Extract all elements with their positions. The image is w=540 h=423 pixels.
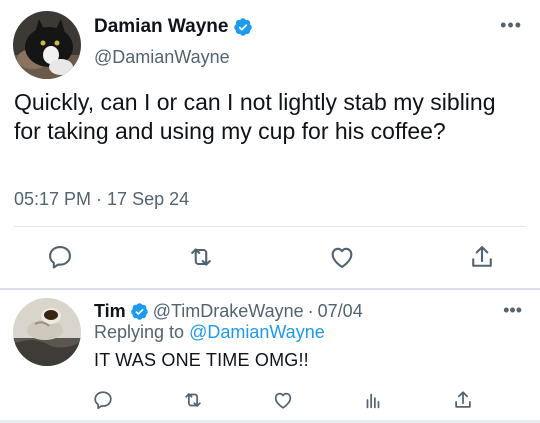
analytics-bars-icon (366, 393, 380, 409)
heart-icon (274, 392, 292, 409)
tweet-timestamp[interactable]: 05:17 PM · 17 Sep 24 (14, 189, 189, 210)
reply-button[interactable] (46, 243, 74, 271)
reply-retweet-button[interactable] (182, 389, 204, 411)
more-options-button[interactable]: ••• (500, 16, 522, 34)
tweet-text: Quickly, can I or can I not lightly stab… (14, 89, 496, 144)
share-icon (472, 246, 492, 267)
reply-actions (0, 389, 540, 413)
divider (14, 226, 526, 227)
reply-analytics-button[interactable] (362, 389, 384, 411)
retweet-icon (191, 248, 211, 266)
separator-dot: · (307, 301, 314, 321)
reply-bubble-icon (49, 246, 71, 269)
reply-text: IT WAS ONE TIME OMG!! (94, 350, 309, 370)
reply-more-options-button[interactable]: ••• (503, 301, 522, 319)
author-handle[interactable]: @DamianWayne (94, 47, 230, 68)
reply-avatar[interactable] (13, 298, 81, 366)
cat-avatar-icon (13, 11, 81, 79)
verified-badge-icon (130, 303, 148, 320)
section-divider (0, 288, 540, 290)
author-display-name[interactable]: Damian Wayne (94, 16, 228, 38)
replying-to-label: Replying to (94, 322, 190, 342)
replying-to-mention[interactable]: @DamianWayne (189, 322, 325, 342)
main-tweet: Damian Wayne @DamianWayne ••• Quickly, c… (0, 0, 540, 288)
avatar[interactable] (13, 11, 81, 79)
reply-bubble-icon (94, 391, 112, 410)
retweet-button[interactable] (187, 243, 215, 271)
share-button[interactable] (468, 243, 496, 271)
author-name-row: Damian Wayne (94, 16, 253, 38)
reply-header: Tim @TimDrakeWayne · 07/04 (94, 301, 363, 322)
verified-badge-icon (234, 18, 253, 36)
reply-author-name[interactable]: Tim (94, 301, 126, 322)
heart-icon (331, 247, 353, 268)
retweet-icon (185, 393, 201, 407)
reply-like-button[interactable] (272, 389, 294, 411)
reply-reply-button[interactable] (92, 389, 114, 411)
replying-to-line: Replying to @DamianWayne (94, 322, 325, 343)
reply-author-handle[interactable]: @TimDrakeWayne (153, 301, 304, 322)
coffee-avatar-icon (13, 298, 81, 366)
reply-share-button[interactable] (452, 389, 474, 411)
reply-date[interactable]: 07/04 (318, 301, 363, 322)
tweet-actions (0, 243, 540, 273)
share-icon (455, 391, 471, 408)
like-button[interactable] (328, 243, 356, 271)
